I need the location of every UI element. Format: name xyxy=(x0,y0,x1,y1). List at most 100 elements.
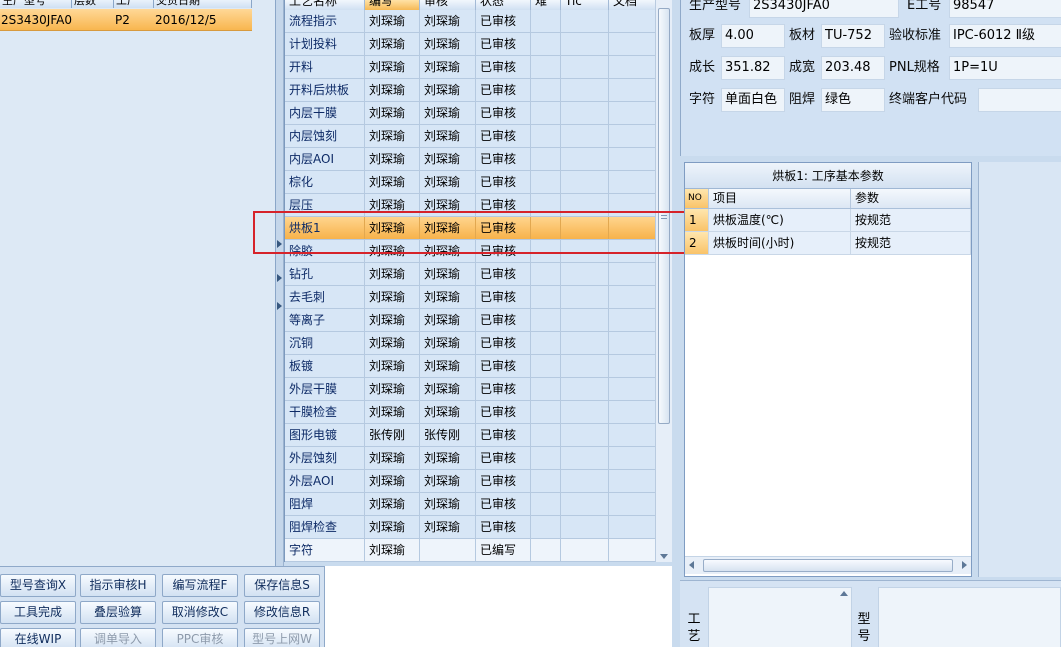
cell-tic xyxy=(561,102,609,124)
length-field[interactable]: 351.82 xyxy=(721,56,785,80)
cell-document xyxy=(609,424,655,446)
cell-process-name: 外层干膜 xyxy=(285,378,365,400)
ppc-review-button[interactable]: PPC审核 xyxy=(162,628,238,647)
process-row[interactable]: 内层AOI 刘琛瑜 刘琛瑜 已审核 xyxy=(285,148,655,171)
order-import-button[interactable]: 调单导入 xyxy=(80,628,156,647)
cell-reviewer: 刘琛瑜 xyxy=(420,447,476,469)
eno-field[interactable]: 98547 xyxy=(949,0,1061,18)
cell-process-name: 沉铜 xyxy=(285,332,365,354)
cell-difficulty xyxy=(531,56,561,78)
scrollbar-thumb[interactable] xyxy=(703,559,953,572)
process-row[interactable]: 内层蚀刻 刘琛瑜 刘琛瑜 已审核 xyxy=(285,125,655,148)
col-header-layers[interactable]: 层数 xyxy=(72,0,114,8)
process-row[interactable]: 外层AOI 刘琛瑜 刘琛瑜 已审核 xyxy=(285,470,655,493)
col-header-process-name[interactable]: 工艺名称 xyxy=(285,0,365,10)
process-row[interactable]: 开料后烘板 刘琛瑜 刘琛瑜 已审核 xyxy=(285,79,655,102)
tool-complete-button[interactable]: 工具完成 xyxy=(0,601,76,624)
scroll-left-arrow-icon[interactable] xyxy=(689,561,694,569)
edit-flow-button[interactable]: 编写流程F xyxy=(162,574,238,597)
col-header-factory[interactable]: 工厂 xyxy=(114,0,154,8)
col-header-reviewer[interactable]: 审核 xyxy=(420,0,476,10)
cell-reviewer: 刘琛瑜 xyxy=(420,263,476,285)
model-note-textarea[interactable] xyxy=(878,587,1061,647)
material-field[interactable]: TU-752 xyxy=(821,24,885,48)
cell-status: 已审核 xyxy=(476,493,531,515)
cancel-edit-button[interactable]: 取消修改C xyxy=(162,601,238,624)
col-header-value[interactable]: 参数 xyxy=(851,189,971,208)
cell-status: 已审核 xyxy=(476,447,531,469)
modify-info-button[interactable]: 修改信息R xyxy=(244,601,320,624)
process-grid-scrollbar[interactable] xyxy=(655,0,672,562)
col-header-writer[interactable]: 编写 xyxy=(365,0,420,10)
cell-difficulty xyxy=(531,79,561,101)
width-field[interactable]: 203.48 xyxy=(821,56,885,80)
cell-document xyxy=(609,516,655,538)
pnl-field[interactable]: 1P=1U xyxy=(949,56,1061,80)
col-header-no[interactable]: NO xyxy=(685,189,709,208)
online-wip-button[interactable]: 在线WIP xyxy=(0,628,76,647)
process-row[interactable]: 字符 刘琛瑜 已编写 xyxy=(285,539,655,562)
cell-difficulty xyxy=(531,33,561,55)
process-row[interactable]: 开料 刘琛瑜 刘琛瑜 已审核 xyxy=(285,56,655,79)
process-row[interactable]: 阻焊检查 刘琛瑜 刘琛瑜 已审核 xyxy=(285,516,655,539)
scroll-right-arrow-icon[interactable] xyxy=(962,561,967,569)
cell-process-name: 开料后烘板 xyxy=(285,79,365,101)
param-grid-hscrollbar[interactable] xyxy=(685,556,971,574)
process-row[interactable]: 钻孔 刘琛瑜 刘琛瑜 已审核 xyxy=(285,263,655,286)
customer-field[interactable] xyxy=(978,88,1061,112)
process-row[interactable]: 内层干膜 刘琛瑜 刘琛瑜 已审核 xyxy=(285,102,655,125)
process-row[interactable]: 外层蚀刻 刘琛瑜 刘琛瑜 已审核 xyxy=(285,447,655,470)
process-row[interactable]: 等离子 刘琛瑜 刘琛瑜 已审核 xyxy=(285,309,655,332)
cell-status: 已审核 xyxy=(476,424,531,446)
cell-process-name: 内层蚀刻 xyxy=(285,125,365,147)
craft-note-textarea[interactable] xyxy=(708,587,852,647)
scroll-down-arrow-icon[interactable] xyxy=(660,554,668,559)
splitter-arrow-icon[interactable] xyxy=(277,274,282,282)
cell-difficulty xyxy=(531,539,561,561)
mask-field[interactable]: 绿色 xyxy=(821,88,885,112)
process-row[interactable]: 计划投料 刘琛瑜 刘琛瑜 已审核 xyxy=(285,33,655,56)
process-row[interactable]: 流程指示 刘琛瑜 刘琛瑜 已审核 xyxy=(285,10,655,33)
model-list-row-selected[interactable]: 2S3430JFA0 P2 2016/12/5 xyxy=(0,9,252,31)
model-list-pane: 生产型号 层数 工厂 交货日期 2S3430JFA0 P2 2016/12/5 xyxy=(0,0,276,566)
process-row[interactable]: 沉铜 刘琛瑜 刘琛瑜 已审核 xyxy=(285,332,655,355)
param-grid-header: NO 项目 参数 xyxy=(685,189,971,209)
notes-panel: 工艺 型号 xyxy=(680,580,1061,647)
process-row[interactable]: 阻焊 刘琛瑜 刘琛瑜 已审核 xyxy=(285,493,655,516)
thickness-field[interactable]: 4.00 xyxy=(721,24,785,48)
standard-field[interactable]: IPC-6012 Ⅱ级 xyxy=(949,24,1061,48)
cell-writer: 刘琛瑜 xyxy=(365,447,420,469)
material-label: 板材 xyxy=(789,28,816,43)
col-header-model[interactable]: 生产型号 xyxy=(0,0,72,8)
col-header-status[interactable]: 状态 xyxy=(476,0,531,10)
pane-splitter[interactable] xyxy=(276,0,284,566)
process-row[interactable]: 图形电镀 张传刚 张传刚 已审核 xyxy=(285,424,655,447)
process-row[interactable]: 外层干膜 刘琛瑜 刘琛瑜 已审核 xyxy=(285,378,655,401)
model-query-button[interactable]: 型号查询X xyxy=(0,574,76,597)
model-field[interactable]: 2S3430JFA0 xyxy=(749,0,899,18)
param-row[interactable]: 1 烘板温度(℃) 按规范 xyxy=(685,209,971,232)
cell-tic xyxy=(561,263,609,285)
process-row[interactable]: 干膜检查 刘琛瑜 刘琛瑜 已审核 xyxy=(285,401,655,424)
col-header-item[interactable]: 项目 xyxy=(709,189,851,208)
col-header-date[interactable]: 交货日期 xyxy=(154,0,252,8)
scroll-up-arrow-icon[interactable] xyxy=(840,591,848,596)
legend-field[interactable]: 单面白色 xyxy=(721,88,785,112)
length-label: 成长 xyxy=(689,60,716,75)
process-row[interactable]: 板镀 刘琛瑜 刘琛瑜 已审核 xyxy=(285,355,655,378)
param-row[interactable]: 2 烘板时间(小时) 按规范 xyxy=(685,232,971,255)
cell-tic xyxy=(561,148,609,170)
model-online-button[interactable]: 型号上网W xyxy=(244,628,320,647)
process-row[interactable]: 去毛刺 刘琛瑜 刘琛瑜 已审核 xyxy=(285,286,655,309)
cell-reviewer: 刘琛瑜 xyxy=(420,10,476,32)
process-row[interactable]: 棕化 刘琛瑜 刘琛瑜 已审核 xyxy=(285,171,655,194)
col-header-document[interactable]: 文档 xyxy=(609,0,655,10)
col-header-difficulty[interactable]: 难 xyxy=(531,0,561,10)
col-header-tic[interactable]: Tic xyxy=(561,0,609,10)
save-info-button[interactable]: 保存信息S xyxy=(244,574,320,597)
cell-reviewer: 刘琛瑜 xyxy=(420,79,476,101)
instruction-review-button[interactable]: 指示审核H xyxy=(80,574,156,597)
cell-process-name: 阻焊检查 xyxy=(285,516,365,538)
stack-check-button[interactable]: 叠层验算 xyxy=(80,601,156,624)
splitter-arrow-icon[interactable] xyxy=(277,302,282,310)
